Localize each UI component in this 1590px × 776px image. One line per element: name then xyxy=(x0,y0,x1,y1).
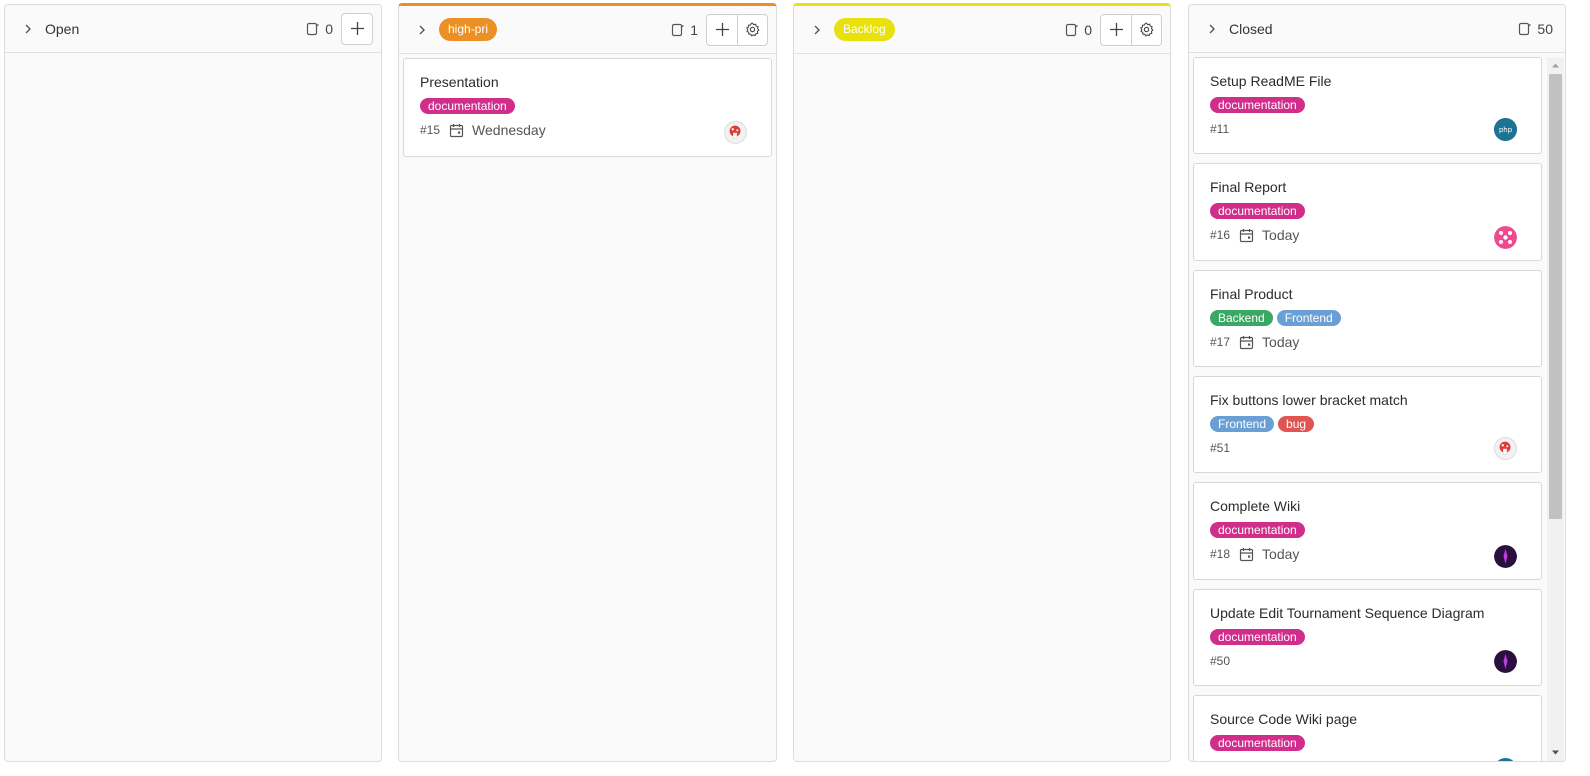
issue-count: 50 xyxy=(1518,21,1553,37)
label-documentation: documentation xyxy=(420,98,515,114)
chevron-right-icon[interactable] xyxy=(19,20,37,38)
avatar[interactable] xyxy=(1494,758,1517,761)
issue-number: #11 xyxy=(1210,122,1230,136)
label-backend: Backend xyxy=(1210,310,1273,326)
issue-title[interactable]: Source Code Wiki page xyxy=(1210,710,1525,728)
gear-icon xyxy=(1140,22,1154,37)
plus-icon xyxy=(1109,23,1123,36)
issue-title[interactable]: Setup ReadME File xyxy=(1210,72,1525,90)
column-backlog: Backlog 0 xyxy=(793,3,1171,762)
plus-icon xyxy=(350,22,364,35)
issue-count: 1 xyxy=(671,22,698,38)
issue-card[interactable]: Final Product Backend Frontend #17 Today xyxy=(1193,270,1542,367)
avatar[interactable] xyxy=(1494,545,1517,568)
issue-number: #50 xyxy=(1210,654,1231,668)
issue-count: 0 xyxy=(306,21,333,37)
issue-card[interactable]: Source Code Wiki page documentation xyxy=(1193,695,1542,761)
column-high-pri: high-pri 1 Presentation documentation #1… xyxy=(398,3,777,762)
avatar[interactable] xyxy=(1494,226,1517,249)
column-title: Open xyxy=(45,20,80,37)
due-date: Today xyxy=(1262,546,1300,562)
label-documentation: documentation xyxy=(1210,97,1305,113)
avatar[interactable] xyxy=(1494,437,1517,460)
column-settings-button[interactable] xyxy=(1131,14,1161,45)
issue-count-icon xyxy=(307,22,320,35)
issue-title[interactable]: Final Product xyxy=(1210,285,1525,303)
issue-card[interactable]: Fix buttons lower bracket match Frontend… xyxy=(1193,376,1542,473)
issue-count-icon xyxy=(1519,22,1532,35)
issue-card[interactable]: Update Edit Tournament Sequence Diagram … xyxy=(1193,589,1542,686)
column-header: Open 0 xyxy=(5,5,381,53)
column-header: Closed 50 xyxy=(1189,5,1565,53)
due-date: Today xyxy=(1262,227,1300,243)
label-frontend: Frontend xyxy=(1210,416,1275,432)
column-header: Backlog 0 xyxy=(794,6,1170,54)
add-issue-button[interactable] xyxy=(342,14,372,44)
issue-card[interactable]: Final Report documentation #16 Today xyxy=(1193,163,1542,261)
issue-count-icon xyxy=(672,23,685,36)
gear-icon xyxy=(746,22,760,37)
issue-title[interactable]: Final Report xyxy=(1210,178,1525,196)
label-bug: bug xyxy=(1278,416,1315,432)
label-documentation: documentation xyxy=(1210,203,1305,219)
column-settings-button[interactable] xyxy=(737,14,767,45)
issue-title[interactable]: Update Edit Tournament Sequence Diagram xyxy=(1210,604,1525,622)
avatar[interactable]: php xyxy=(1494,118,1517,141)
column-closed: Closed 50 Setup ReadME File documentatio… xyxy=(1188,4,1566,762)
column-title: Closed xyxy=(1229,20,1273,37)
scrollbar[interactable] xyxy=(1547,57,1564,761)
add-issue-button[interactable] xyxy=(707,15,737,45)
label-documentation: documentation xyxy=(1210,629,1305,645)
calendar-icon xyxy=(449,123,464,137)
column-label: high-pri xyxy=(439,18,498,41)
issue-card[interactable]: Presentation documentation #15 Wednesday xyxy=(403,58,772,157)
column-open: Open 0 xyxy=(4,4,382,762)
scrollbar-thumb[interactable] xyxy=(1549,74,1562,519)
label-documentation: documentation xyxy=(1210,735,1305,751)
due-date: Wednesday xyxy=(472,122,546,138)
scroll-up-arrow-icon[interactable] xyxy=(1551,61,1560,70)
chevron-right-icon[interactable] xyxy=(413,21,431,39)
issue-title[interactable]: Presentation xyxy=(420,73,755,91)
column-label: Backlog xyxy=(834,18,895,41)
issue-card[interactable]: Setup ReadME File documentation #11 php xyxy=(1193,57,1542,154)
issue-number: #51 xyxy=(1210,441,1231,455)
issue-title[interactable]: Fix buttons lower bracket match xyxy=(1210,391,1525,409)
calendar-icon xyxy=(1239,335,1254,349)
chevron-right-icon[interactable] xyxy=(808,21,826,39)
calendar-icon xyxy=(1239,228,1254,242)
label-documentation: documentation xyxy=(1210,522,1305,538)
due-date: Today xyxy=(1262,334,1300,350)
scroll-down-arrow-icon[interactable] xyxy=(1551,748,1560,757)
issue-number: #17 xyxy=(1210,335,1231,349)
issue-number: #15 xyxy=(420,123,441,137)
svg-text:php: php xyxy=(1499,126,1513,134)
avatar[interactable] xyxy=(1494,650,1517,673)
avatar[interactable] xyxy=(724,121,747,144)
add-issue-button[interactable] xyxy=(1101,15,1131,45)
issue-number: #16 xyxy=(1210,228,1231,242)
issue-card[interactable]: Complete Wiki documentation #18 Today xyxy=(1193,482,1542,580)
issue-number: #18 xyxy=(1210,547,1231,561)
plus-icon xyxy=(715,23,729,36)
column-header: high-pri 1 xyxy=(399,6,776,54)
issue-title[interactable]: Complete Wiki xyxy=(1210,497,1525,515)
label-frontend: Frontend xyxy=(1276,310,1341,326)
calendar-icon xyxy=(1239,547,1254,561)
chevron-right-icon[interactable] xyxy=(1203,20,1221,38)
issue-count-icon xyxy=(1066,23,1079,36)
issue-count: 0 xyxy=(1065,22,1092,38)
